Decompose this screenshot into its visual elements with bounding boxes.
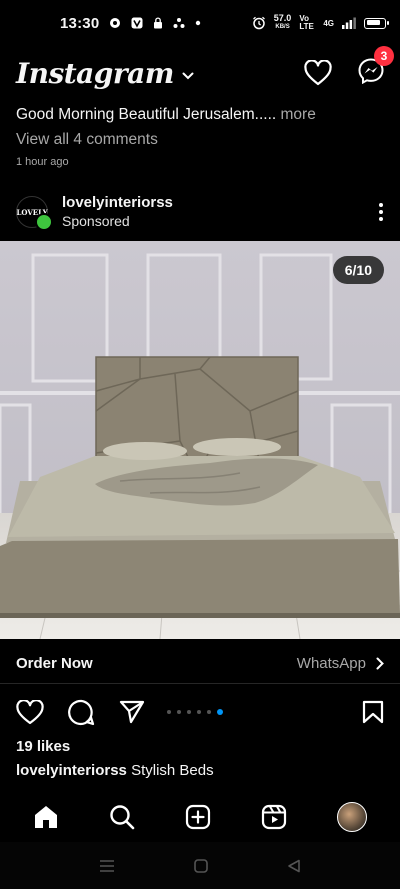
battery-icon	[364, 17, 389, 29]
search-icon[interactable]	[109, 804, 135, 830]
post-caption: lovelyinteriorss Stylish Beds	[16, 762, 214, 779]
bottom-nav	[0, 792, 400, 842]
signal-icon	[342, 17, 356, 29]
bed-photo	[0, 241, 400, 639]
post-actions	[0, 694, 400, 730]
post-timestamp: 1 hour ago	[16, 156, 69, 168]
app-v-icon	[131, 17, 143, 29]
network-speed: 57.0 KB/S	[273, 13, 292, 31]
chevron-right-icon	[376, 657, 384, 670]
more-options-icon[interactable]	[378, 202, 384, 222]
carousel-dot-active	[217, 709, 223, 715]
status-bar: 13:30 57.0 KB/S Vo LTE 4G	[0, 0, 400, 46]
caption-text: Stylish Beds	[131, 762, 214, 779]
instagram-logo[interactable]: Instagram	[16, 57, 174, 90]
caption-username[interactable]: lovelyinteriorss	[16, 762, 127, 779]
back-icon[interactable]	[287, 859, 301, 873]
status-dot	[35, 213, 53, 231]
more-link[interactable]: more	[281, 106, 316, 123]
system-nav	[0, 842, 400, 889]
sponsored-label[interactable]: Sponsored	[62, 212, 173, 230]
comment-icon[interactable]	[68, 699, 95, 726]
more-notifications-dot	[196, 20, 201, 26]
view-comments-link[interactable]: View all 4 comments	[16, 131, 158, 149]
heart-icon[interactable]	[304, 60, 332, 86]
create-icon[interactable]	[185, 804, 211, 830]
reels-icon[interactable]	[261, 804, 287, 830]
notification-badge: 3	[374, 45, 394, 66]
alarm-icon	[252, 16, 265, 30]
cta-bar[interactable]: Order Now WhatsApp	[0, 644, 400, 684]
likes-count[interactable]: 19 likes	[16, 738, 70, 755]
app-header: Instagram 3	[0, 45, 400, 96]
recents-icon[interactable]	[99, 859, 115, 873]
whatsapp-link[interactable]: WhatsApp	[297, 655, 384, 672]
group-icon	[173, 18, 185, 28]
messenger-button[interactable]: 3	[358, 45, 394, 89]
home-button-icon[interactable]	[194, 858, 208, 873]
order-now-label[interactable]: Order Now	[16, 655, 93, 672]
previous-post-caption[interactable]: Good Morning Beautiful Jerusalem..... mo…	[16, 106, 316, 124]
clock: 13:30	[60, 14, 100, 32]
post-header: LOVELY lovelyinteriorss Sponsored	[0, 192, 400, 232]
signal-type: 4G	[323, 18, 334, 28]
carousel-dot	[207, 710, 211, 714]
post-image[interactable]: 6/10	[0, 241, 400, 639]
notification-icon	[110, 18, 121, 28]
volte-indicator: Vo LTE	[299, 14, 314, 31]
carousel-dot	[167, 710, 171, 714]
carousel-dot	[177, 710, 181, 714]
avatar[interactable]: LOVELY	[16, 196, 53, 231]
lock-icon	[154, 17, 163, 29]
home-icon[interactable]	[33, 804, 59, 830]
carousel-dots	[167, 709, 223, 715]
carousel-dot	[197, 710, 201, 714]
bookmark-icon[interactable]	[362, 700, 384, 724]
carousel-dot	[187, 710, 191, 714]
image-counter: 6/10	[332, 256, 384, 284]
whatsapp-label: WhatsApp	[296, 655, 366, 672]
like-heart-icon[interactable]	[16, 699, 44, 725]
profile-avatar[interactable]	[337, 802, 367, 832]
share-icon[interactable]	[119, 700, 145, 724]
post-username[interactable]: lovelyinteriorss	[62, 194, 173, 212]
chevron-down-icon[interactable]	[182, 72, 194, 80]
